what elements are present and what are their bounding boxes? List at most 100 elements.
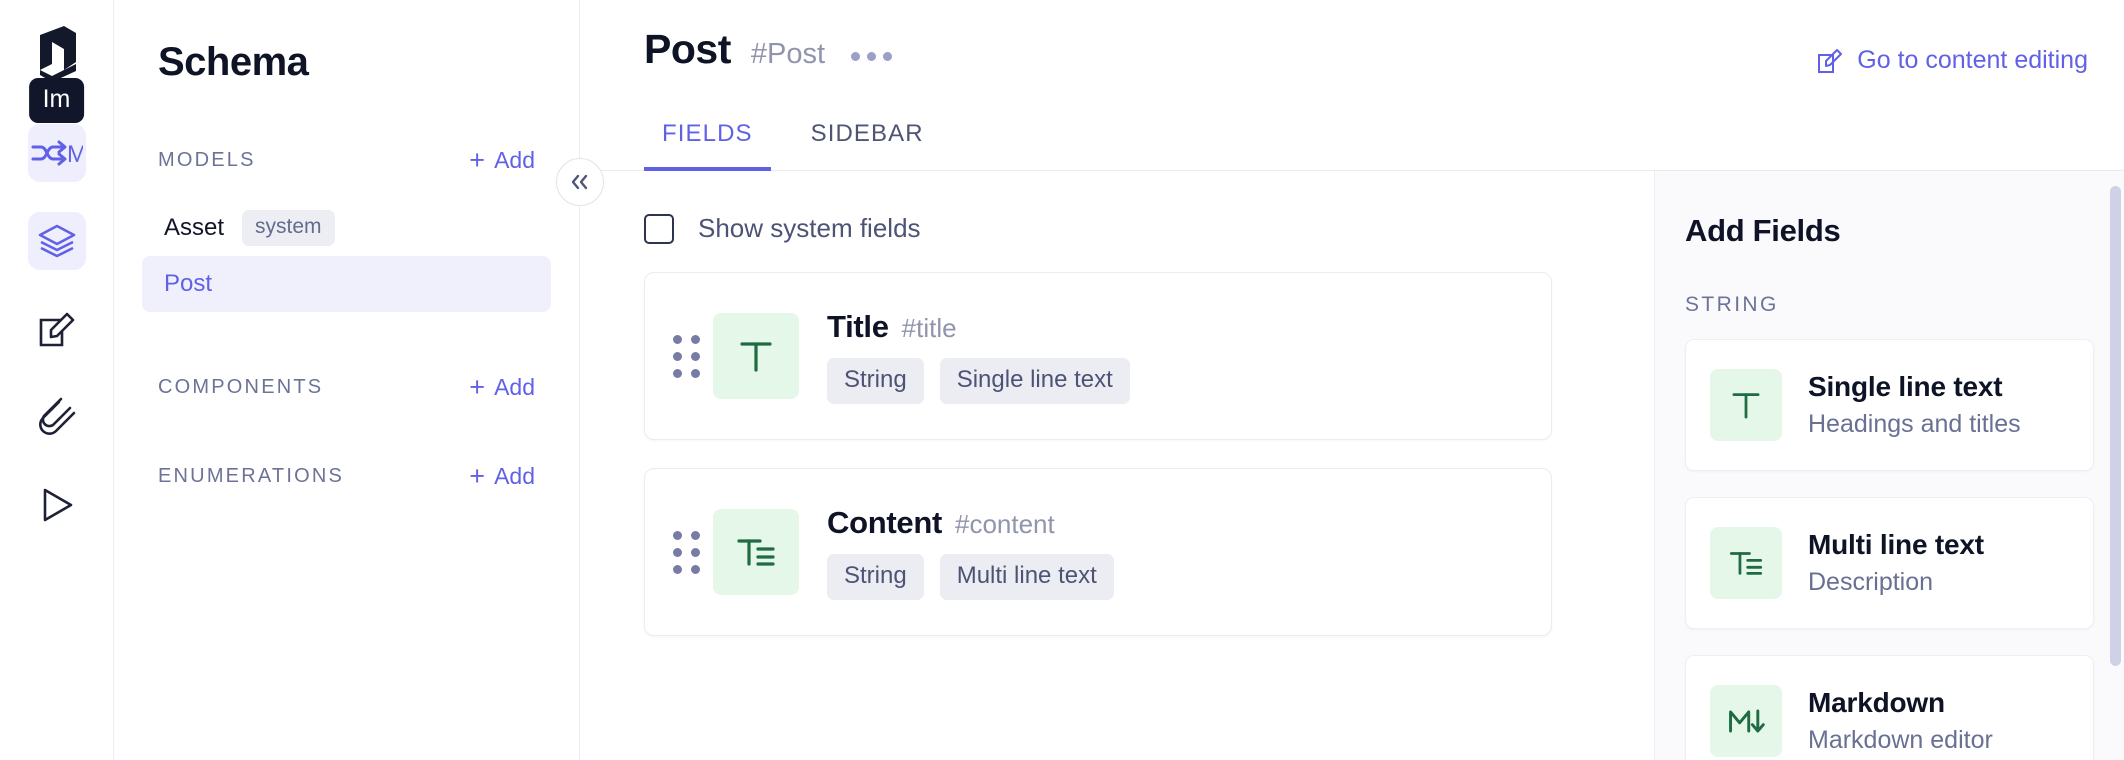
dot bbox=[883, 52, 893, 61]
add-fields-title: Add Fields bbox=[1685, 213, 1841, 248]
dot bbox=[672, 530, 682, 540]
sidebar-item-schema-migration[interactable]: M bbox=[27, 124, 86, 182]
field-type-single-line-text[interactable]: Single line text Headings and titles bbox=[1685, 339, 2094, 471]
plus-icon: + bbox=[469, 372, 486, 402]
model-item-asset[interactable]: Asset system bbox=[142, 200, 551, 256]
tab-fields[interactable]: FIELDS bbox=[644, 120, 771, 171]
model-item-label: Asset bbox=[164, 214, 225, 241]
model-title: Post bbox=[644, 26, 731, 72]
collapse-sidebar-button[interactable] bbox=[556, 158, 604, 206]
checkbox-icon[interactable] bbox=[644, 213, 674, 244]
sidebar-item-content[interactable] bbox=[28, 300, 86, 358]
model-title-row: Post #Post bbox=[644, 26, 893, 73]
section-title-enumerations: ENUMERATIONS bbox=[158, 465, 345, 487]
rail-item-schema-migration-wrap: Im M bbox=[27, 78, 86, 212]
multi-line-text-icon bbox=[1710, 527, 1782, 599]
dot bbox=[867, 52, 877, 61]
main-content: Post #Post Go to content editing FIELDS … bbox=[580, 0, 2124, 760]
field-meta: Title #title String Single line text bbox=[827, 309, 1130, 404]
field-type-label-group: Markdown Markdown editor bbox=[1808, 687, 1993, 755]
section-title-components: COMPONENTS bbox=[158, 376, 324, 398]
main-header: Post #Post Go to content editing bbox=[580, 0, 2124, 75]
drag-handle-icon[interactable] bbox=[659, 530, 713, 574]
layers-icon bbox=[37, 223, 77, 259]
models-list: Asset system Post bbox=[114, 200, 579, 312]
field-type-desc: Markdown editor bbox=[1808, 726, 1993, 754]
left-rail: Im M bbox=[0, 0, 114, 760]
vertical-scrollbar[interactable] bbox=[2110, 186, 2121, 666]
dot bbox=[690, 530, 700, 540]
field-type-desc: Description bbox=[1808, 568, 1934, 596]
edit-square-icon bbox=[1817, 48, 1843, 74]
add-component-label: Add bbox=[494, 374, 535, 400]
plus-icon: + bbox=[469, 145, 486, 175]
show-system-fields-label: Show system fields bbox=[698, 213, 921, 243]
svg-text:M: M bbox=[67, 141, 83, 168]
field-chip-type: String bbox=[827, 357, 924, 404]
model-api-id: #Post bbox=[750, 38, 826, 70]
play-triangle-icon bbox=[40, 487, 74, 523]
sidebar-item-assets[interactable] bbox=[28, 388, 86, 446]
graphcms-logo[interactable] bbox=[30, 22, 84, 84]
field-chip-type: String bbox=[827, 553, 924, 600]
dot bbox=[690, 547, 700, 557]
sidebar-item-api-playground[interactable] bbox=[28, 476, 86, 534]
section-title-models: MODELS bbox=[158, 149, 256, 171]
dot bbox=[851, 52, 861, 61]
field-card-content[interactable]: Content #content String Multi line text bbox=[644, 468, 1552, 636]
add-enumeration-label: Add bbox=[494, 463, 535, 489]
schema-sidebar: Schema MODELS + Add Asset system Post CO… bbox=[114, 0, 580, 760]
dot bbox=[672, 547, 682, 557]
single-line-text-icon bbox=[713, 313, 799, 399]
go-to-content-editing-link[interactable]: Go to content editing bbox=[1817, 26, 2088, 75]
dot bbox=[672, 351, 682, 361]
field-chips: String Single line text bbox=[827, 357, 1130, 404]
add-enumeration-button[interactable]: + Add bbox=[469, 463, 535, 490]
add-component-button[interactable]: + Add bbox=[469, 374, 535, 401]
tab-sidebar[interactable]: SIDEBAR bbox=[793, 120, 942, 171]
field-chip-variant: Single line text bbox=[939, 357, 1130, 404]
add-model-label: Add bbox=[494, 147, 535, 173]
dot bbox=[690, 564, 700, 574]
field-api-id: #content bbox=[954, 508, 1055, 539]
field-type-name: Markdown bbox=[1808, 687, 1945, 718]
main-body: Show system fields Title #title String S… bbox=[580, 171, 2124, 760]
status-badge: system bbox=[242, 210, 335, 246]
dot bbox=[672, 334, 682, 344]
edit-square-icon bbox=[38, 310, 76, 348]
add-model-button[interactable]: + Add bbox=[469, 147, 535, 174]
rail-tooltip: Im bbox=[28, 78, 85, 123]
field-name-row: Title #title bbox=[827, 309, 1130, 345]
field-name-row: Content #content bbox=[827, 505, 1114, 541]
field-type-desc: Headings and titles bbox=[1808, 410, 2021, 438]
field-card-title[interactable]: Title #title String Single line text bbox=[644, 272, 1552, 440]
dot bbox=[672, 368, 682, 378]
field-type-multi-line-text[interactable]: Multi line text Description bbox=[1685, 497, 2094, 629]
tab-bar: FIELDS SIDEBAR bbox=[580, 119, 2124, 171]
go-to-content-editing-label: Go to content editing bbox=[1857, 46, 2088, 74]
field-name: Content bbox=[827, 504, 942, 540]
field-chips: String Multi line text bbox=[827, 553, 1114, 600]
field-type-label-group: Multi line text Description bbox=[1808, 529, 1984, 597]
show-system-fields-toggle[interactable]: Show system fields bbox=[644, 213, 1654, 244]
plus-icon: + bbox=[469, 461, 486, 491]
model-item-post[interactable]: Post bbox=[142, 256, 551, 312]
page-title: Schema bbox=[158, 40, 309, 84]
single-line-text-icon bbox=[1710, 369, 1782, 441]
fields-column: Show system fields Title #title String S… bbox=[580, 171, 1654, 760]
model-item-label: Post bbox=[164, 270, 213, 297]
more-options-icon[interactable] bbox=[851, 38, 893, 61]
field-type-name: Multi line text bbox=[1808, 529, 1984, 560]
field-meta: Content #content String Multi line text bbox=[827, 505, 1114, 600]
drag-handle-icon[interactable] bbox=[659, 334, 713, 378]
markdown-icon bbox=[1710, 685, 1782, 757]
dot bbox=[690, 368, 700, 378]
dot bbox=[690, 334, 700, 344]
multi-line-text-icon bbox=[713, 509, 799, 595]
field-type-markdown[interactable]: Markdown Markdown editor bbox=[1685, 655, 2094, 760]
sidebar-item-schema[interactable] bbox=[27, 212, 86, 270]
section-header-components: COMPONENTS + Add bbox=[114, 374, 579, 401]
chevron-double-left-icon bbox=[571, 174, 588, 190]
app-root: Im M Schema MODELS + Add Asset system Po… bbox=[0, 0, 2124, 760]
migration-m-icon: M bbox=[31, 138, 83, 168]
